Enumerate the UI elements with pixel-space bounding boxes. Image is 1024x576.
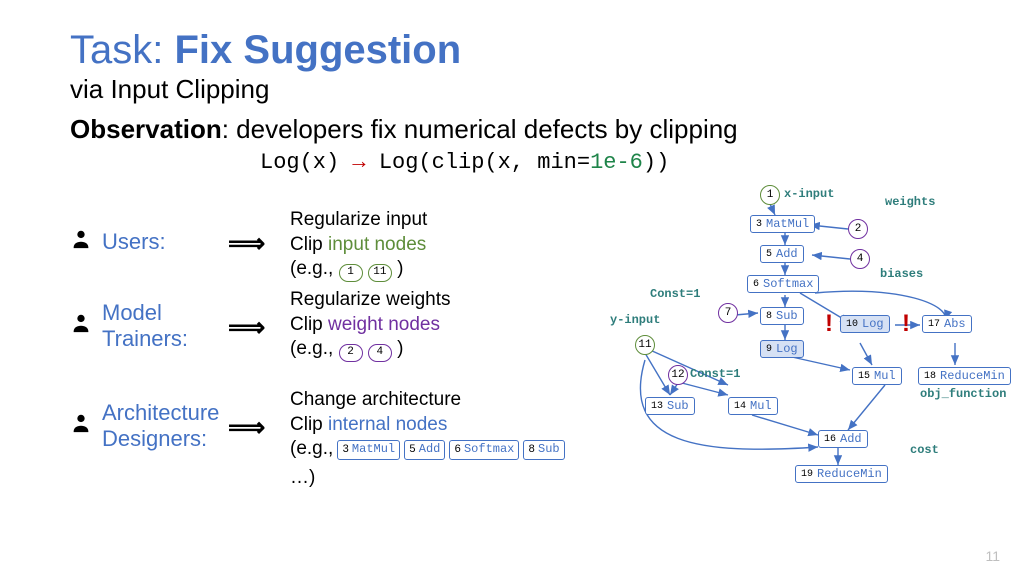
graph-node-circle: 12 bbox=[668, 365, 688, 385]
graph-node: 3MatMul bbox=[750, 215, 815, 233]
code-arrow: → bbox=[352, 150, 365, 175]
graph-node: 5Add bbox=[760, 245, 804, 263]
observation-label: Observation bbox=[70, 114, 222, 144]
user-icon bbox=[70, 412, 92, 440]
implies-users: ⟹ bbox=[228, 228, 265, 259]
graph-diagram: 1 x-input weights 3MatMul 2 5Add 4 biase… bbox=[600, 185, 1010, 515]
code-lhs: Log(x) bbox=[260, 150, 339, 175]
observation-text: : developers fix numerical defects by cl… bbox=[222, 114, 738, 144]
role-designers: Architecture Designers: bbox=[70, 400, 219, 452]
desc-designers-l2a: Clip bbox=[290, 414, 328, 435]
graph-node-circle: 11 bbox=[635, 335, 655, 355]
label-y-input: y-input bbox=[610, 313, 660, 327]
nodebox: 5Add bbox=[404, 440, 445, 460]
graph-node: 14Mul bbox=[728, 397, 778, 415]
nodebox: 8Sub bbox=[523, 440, 564, 460]
graph-node: 10Log bbox=[840, 315, 890, 333]
desc-users-eg: (e.g., bbox=[290, 258, 339, 279]
graph-node: 9Log bbox=[760, 340, 804, 358]
chip-node: 1 bbox=[339, 264, 363, 282]
label-weights: weights bbox=[885, 195, 935, 209]
exclaim-icon: ! bbox=[902, 310, 910, 338]
implies-trainers: ⟹ bbox=[228, 312, 265, 343]
user-icon bbox=[70, 228, 92, 256]
graph-node-circle: 1 bbox=[760, 185, 780, 205]
slide-title: Task: Fix Suggestion bbox=[70, 28, 461, 73]
role-users: Users: bbox=[70, 228, 166, 256]
slide-subtitle: via Input Clipping bbox=[70, 74, 269, 105]
implies-designers: ⟹ bbox=[228, 412, 265, 443]
exclaim-icon: ! bbox=[825, 310, 833, 338]
page-number: 11 bbox=[985, 548, 1000, 564]
nodebox: 6Softmax bbox=[449, 440, 519, 460]
chip-node: 2 bbox=[339, 344, 363, 362]
observation-line: Observation: developers fix numerical de… bbox=[70, 114, 738, 145]
code-example: Log(x) → Log(clip(x, min=1e-6)) bbox=[260, 150, 669, 175]
label-cost: cost bbox=[910, 443, 939, 457]
chip-node: 11 bbox=[368, 264, 392, 282]
graph-node: 8Sub bbox=[760, 307, 804, 325]
graph-node-circle: 7 bbox=[718, 303, 738, 323]
label-obj: obj_function bbox=[920, 387, 1006, 401]
graph-node: 19ReduceMin bbox=[795, 465, 888, 483]
title-prefix: Task: bbox=[70, 28, 163, 72]
label-x-input: x-input bbox=[784, 187, 834, 201]
graph-node: 15Mul bbox=[852, 367, 902, 385]
role-trainers-label: Model Trainers: bbox=[102, 300, 188, 352]
code-rhs-pre: Log(clip(x, min= bbox=[379, 150, 590, 175]
desc-trainers-end: ) bbox=[397, 338, 403, 359]
desc-designers-eg: (e.g., bbox=[290, 437, 333, 462]
label-const1a: Const=1 bbox=[650, 287, 700, 301]
role-users-label: Users: bbox=[102, 229, 166, 255]
graph-node: 6Softmax bbox=[747, 275, 819, 293]
desc-users-l2a: Clip bbox=[290, 234, 328, 255]
nodebox: 3MatMul bbox=[337, 440, 400, 460]
user-icon bbox=[70, 312, 92, 340]
desc-trainers-l2b: weight nodes bbox=[328, 314, 440, 335]
role-trainers: Model Trainers: bbox=[70, 300, 188, 352]
chip-node: 4 bbox=[368, 344, 392, 362]
graph-node: 17Abs bbox=[922, 315, 972, 333]
role-designers-label: Architecture Designers: bbox=[102, 400, 219, 452]
label-const1b: Const=1 bbox=[690, 367, 740, 381]
desc-users-l2b: input nodes bbox=[328, 234, 426, 255]
desc-trainers-eg: (e.g., bbox=[290, 338, 339, 359]
desc-trainers-l1: Regularize weights bbox=[290, 288, 451, 313]
slide: Task: Fix Suggestion via Input Clipping … bbox=[0, 0, 1024, 576]
code-rhs-post: )) bbox=[643, 150, 669, 175]
desc-designers: Change architecture Clip internal nodes … bbox=[290, 388, 590, 491]
graph-node-circle: 4 bbox=[850, 249, 870, 269]
desc-trainers-l2a: Clip bbox=[290, 314, 328, 335]
desc-users-end: ) bbox=[397, 258, 403, 279]
graph-node: 16Add bbox=[818, 430, 868, 448]
desc-users: Regularize input Clip input nodes (e.g.,… bbox=[290, 208, 427, 282]
graph-node-circle: 2 bbox=[848, 219, 868, 239]
desc-trainers: Regularize weights Clip weight nodes (e.… bbox=[290, 288, 451, 362]
desc-designers-l2b: internal nodes bbox=[328, 414, 447, 435]
title-bold: Fix Suggestion bbox=[174, 28, 461, 72]
desc-designers-l1: Change architecture bbox=[290, 388, 590, 413]
desc-designers-end: …) bbox=[290, 466, 315, 491]
graph-node: 18ReduceMin bbox=[918, 367, 1011, 385]
label-biases: biases bbox=[880, 267, 923, 281]
desc-users-l1: Regularize input bbox=[290, 208, 427, 233]
graph-node: 13Sub bbox=[645, 397, 695, 415]
code-rhs-num: 1e-6 bbox=[590, 150, 643, 175]
